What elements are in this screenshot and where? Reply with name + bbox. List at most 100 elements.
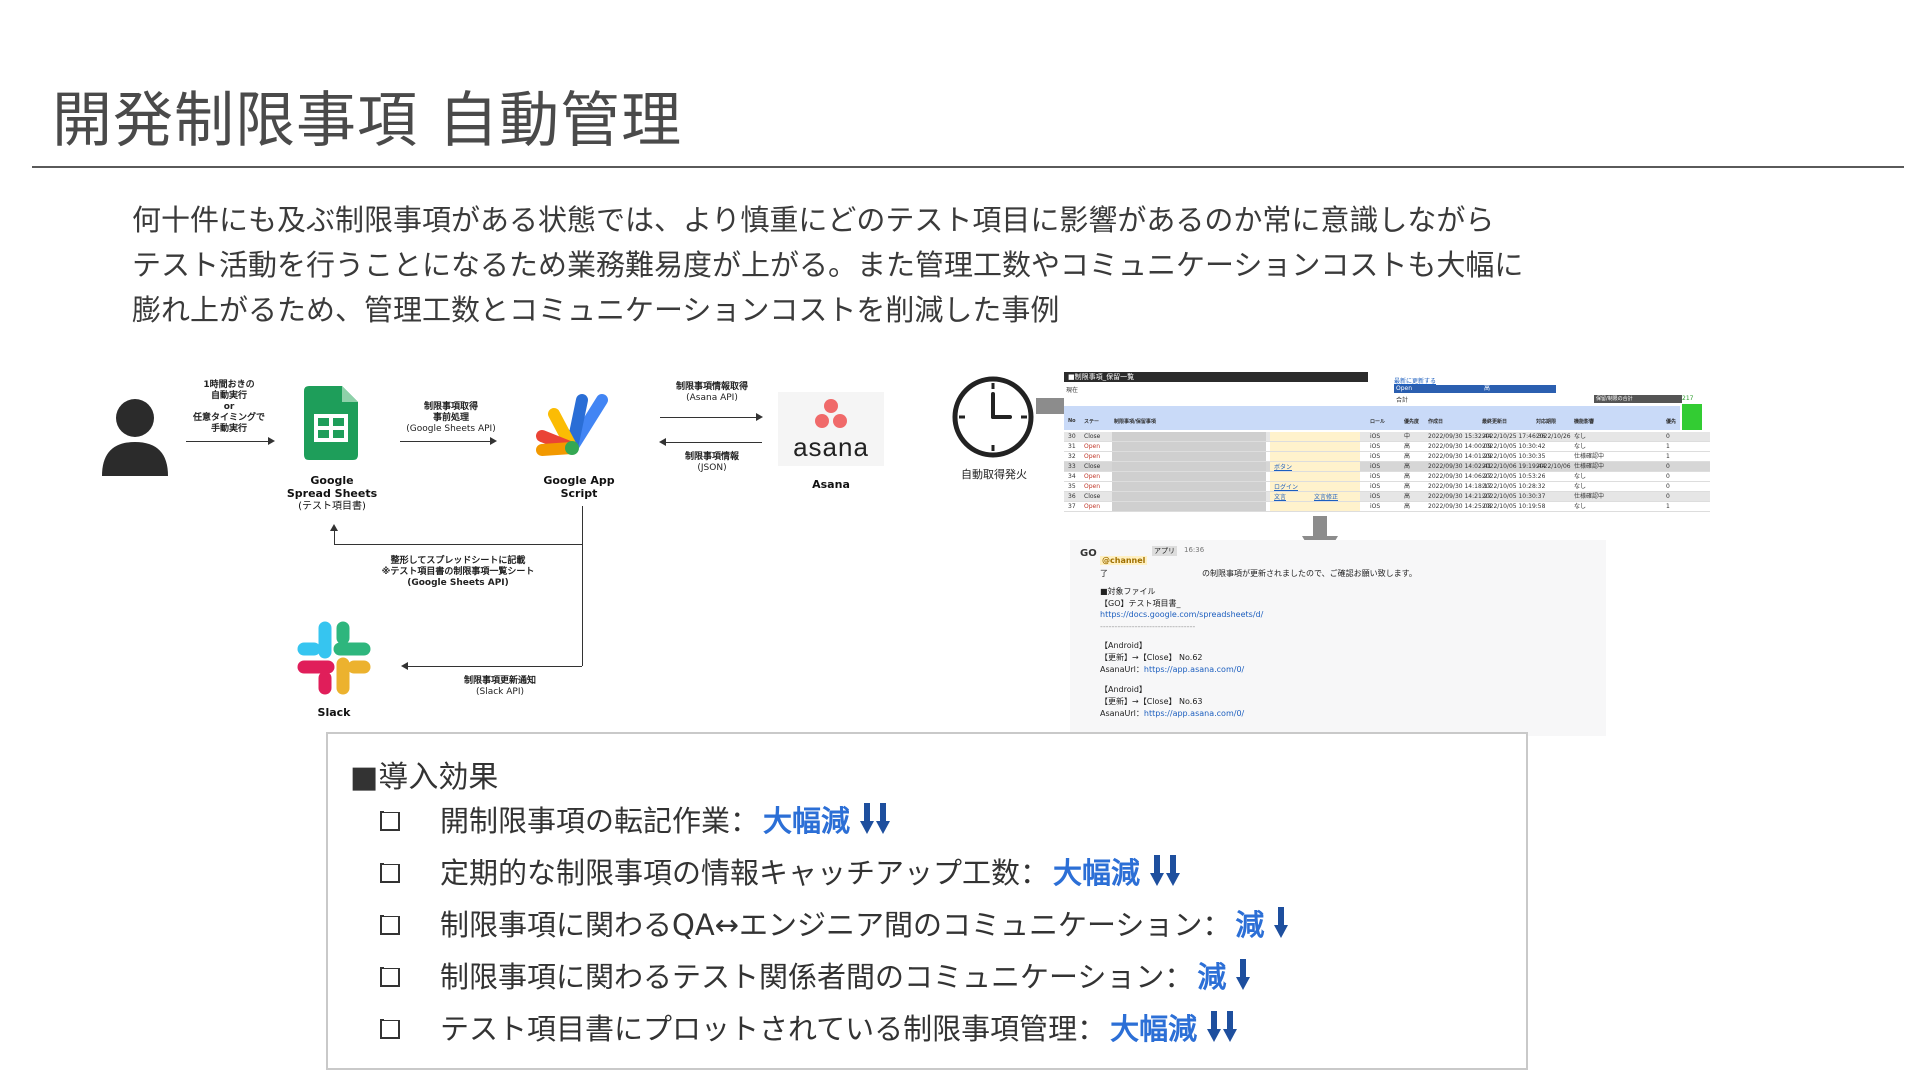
sheet-count-label: 合計: [1396, 397, 1409, 404]
sheets-name-line: (テスト項目書): [298, 501, 366, 512]
table-cell: 0: [1666, 433, 1670, 440]
sheet-sum-value: 217: [1682, 395, 1702, 403]
sheet-column-label: No: [1068, 418, 1076, 424]
sheet-high-filter: 高: [1484, 385, 1491, 392]
sheet-note-link[interactable]: ログイン: [1272, 482, 1298, 491]
table-row: 32 Open iOS 高 2022/09/30 14:01:29 2022/10/05 …: [1064, 452, 1710, 462]
table-cell: [1534, 472, 1536, 481]
table-cell: 1: [1666, 453, 1670, 460]
table-cell: iOS: [1370, 503, 1381, 510]
user-icon: [100, 396, 170, 476]
slack-block-platform: 【Android】: [1100, 641, 1147, 650]
slack-icon: [296, 620, 372, 696]
table-cell: 0: [1666, 463, 1670, 470]
table-row: 30 Close iOS 中 2022/09/30 15:32:44 2022/10/25…: [1064, 432, 1710, 442]
table-cell: Open: [1084, 453, 1101, 460]
write-back-label-line: 整形してスプレッドシートに記載: [390, 556, 526, 566]
slack-line-prefix: 了: [1100, 569, 1108, 578]
table-cell: [1534, 492, 1536, 501]
page-title: 開発制限事項 自動管理: [52, 86, 683, 156]
sheet-note-link[interactable]: 文言修正: [1312, 492, 1338, 501]
slack-mention: @channel: [1100, 556, 1148, 565]
sheet-column-label: 機能影響: [1574, 419, 1595, 425]
table-cell: 0: [1666, 493, 1670, 500]
slack-block-url[interactable]: https://app.asana.com/0/: [1144, 709, 1244, 718]
slack-target-header: ■対象ファイル: [1100, 587, 1156, 596]
gas-name-line: Script: [560, 487, 598, 500]
sheet-open-filter: Open: [1394, 385, 1556, 393]
gas-name-line: Google App: [543, 474, 615, 487]
slack-block-url[interactable]: https://app.asana.com/0/: [1144, 665, 1244, 674]
table-cell: iOS: [1370, 453, 1381, 460]
sheet-column-label: 作成日: [1428, 419, 1444, 425]
slack-app-badge: GO: [1080, 548, 1097, 559]
google-apps-script-icon: [532, 392, 616, 458]
asana-return-label-line: 制限事項情報: [684, 452, 739, 462]
table-row: 31 Open iOS 高 2022/09/30 14:00:09 2022/10/05 …: [1064, 442, 1710, 452]
table-cell: 高: [1404, 443, 1411, 450]
table-cell: 高: [1404, 463, 1411, 470]
table-cell: 1: [1666, 503, 1670, 510]
effects-title: ■導入効果: [350, 760, 499, 795]
effect-result: 減: [1235, 908, 1265, 942]
trigger-label-line: 自動実行: [210, 391, 247, 401]
checkbox-bullet-icon: [380, 965, 400, 987]
slack-block-url-label: AsanaUrl：: [1100, 709, 1144, 718]
sheet-column-label: ロール: [1370, 419, 1386, 425]
table-cell: iOS: [1370, 443, 1381, 450]
table-cell: 31: [1068, 443, 1076, 450]
table-row: 34 Open iOS 高 2022/09/30 14:06:27 2022/10/05 …: [1064, 472, 1710, 482]
clock-icon: [950, 374, 1036, 460]
slack-line1: の制限事項が更新されましたので、ご確認お願い致します。: [1202, 569, 1417, 578]
sheet-note-link[interactable]: 文言: [1272, 492, 1286, 501]
table-cell: 中: [1404, 433, 1411, 440]
sheet-body: 30 Close iOS 中 2022/09/30 15:32:44 2022/10/25…: [1064, 432, 1710, 516]
sheet-filter: 現在: [1066, 387, 1079, 394]
checkbox-bullet-icon: [380, 913, 400, 935]
effect-result: 大幅減: [1053, 856, 1141, 890]
fetch-label-line: 制限事項取得: [423, 402, 478, 412]
slack-block-url-label: AsanaUrl：: [1100, 665, 1144, 674]
table-cell: 高: [1404, 473, 1411, 480]
effect-text: 制限事項に関わるQA↔エンジニア間のコミュニケーション：: [440, 908, 1232, 942]
slack-block-change: 【更新】→【Close】 No.62: [1100, 653, 1203, 662]
sheet-column-label: 制限事項/保留事項: [1114, 419, 1156, 425]
intro-line: 膨れ上がるため、管理工数とコミュニケーションコストを削減した事例: [132, 293, 1060, 327]
table-cell: [1534, 442, 1536, 451]
down-arrow-icon: [1274, 907, 1290, 939]
sheet-note-link[interactable]: ボタン: [1272, 462, 1292, 471]
table-cell: 35: [1068, 483, 1076, 490]
slack-sheet-url[interactable]: https://docs.google.com/spreadsheets/d/: [1100, 610, 1263, 619]
table-cell: Open: [1084, 473, 1101, 480]
table-cell: 0: [1666, 473, 1670, 480]
effect-text: 開制限事項の転記作業：: [440, 804, 760, 838]
table-cell: iOS: [1370, 433, 1381, 440]
effect-item: 開制限事項の転記作業： 大幅減: [380, 798, 892, 840]
slack-name: Slack: [317, 706, 351, 719]
notify-label-line: (Slack API): [475, 687, 524, 697]
table-cell: なし: [1574, 473, 1587, 480]
table-cell: 仕様確認中: [1574, 463, 1605, 470]
table-cell: Close: [1084, 433, 1101, 440]
table-cell: [1534, 482, 1536, 491]
effects-box: ■導入効果 開制限事項の転記作業： 大幅減 定期的な制限事項の情報キャッチアップ工数…: [326, 732, 1528, 1070]
table-cell: Close: [1084, 493, 1101, 500]
effect-result: 大幅減: [763, 804, 851, 838]
table-cell: 高: [1404, 483, 1411, 490]
table-cell: 30: [1068, 433, 1076, 440]
notify-label-line: 制限事項更新通知: [463, 676, 536, 686]
intro-paragraph: 何十件にも及ぶ制限事項がある状態では、より慎重にどのテスト項目に影響があるのか常…: [132, 198, 1732, 333]
table-row: 37 Open iOS 高 2022/09/30 14:25:08 2022/10/05 …: [1064, 502, 1710, 512]
trigger-label-line: 手動実行: [210, 424, 247, 434]
down-arrow-icon: [1236, 959, 1252, 991]
intro-line: 何十件にも及ぶ制限事項がある状態では、より慎重にどのテスト項目に影響があるのか常…: [132, 203, 1495, 237]
google-sheets-icon: [304, 386, 358, 460]
table-cell: 37: [1068, 503, 1076, 510]
slack-target-file: 【GO】テスト項目書_: [1100, 599, 1181, 608]
effect-result: 減: [1197, 960, 1227, 994]
table-cell: Open: [1084, 443, 1101, 450]
asana-fetch-label-line: (Asana API): [686, 393, 738, 403]
sheet-refresh-link[interactable]: 最新に更新する: [1394, 376, 1436, 385]
table-cell: iOS: [1370, 483, 1381, 490]
slack-app-tag: アプリ: [1152, 546, 1177, 556]
